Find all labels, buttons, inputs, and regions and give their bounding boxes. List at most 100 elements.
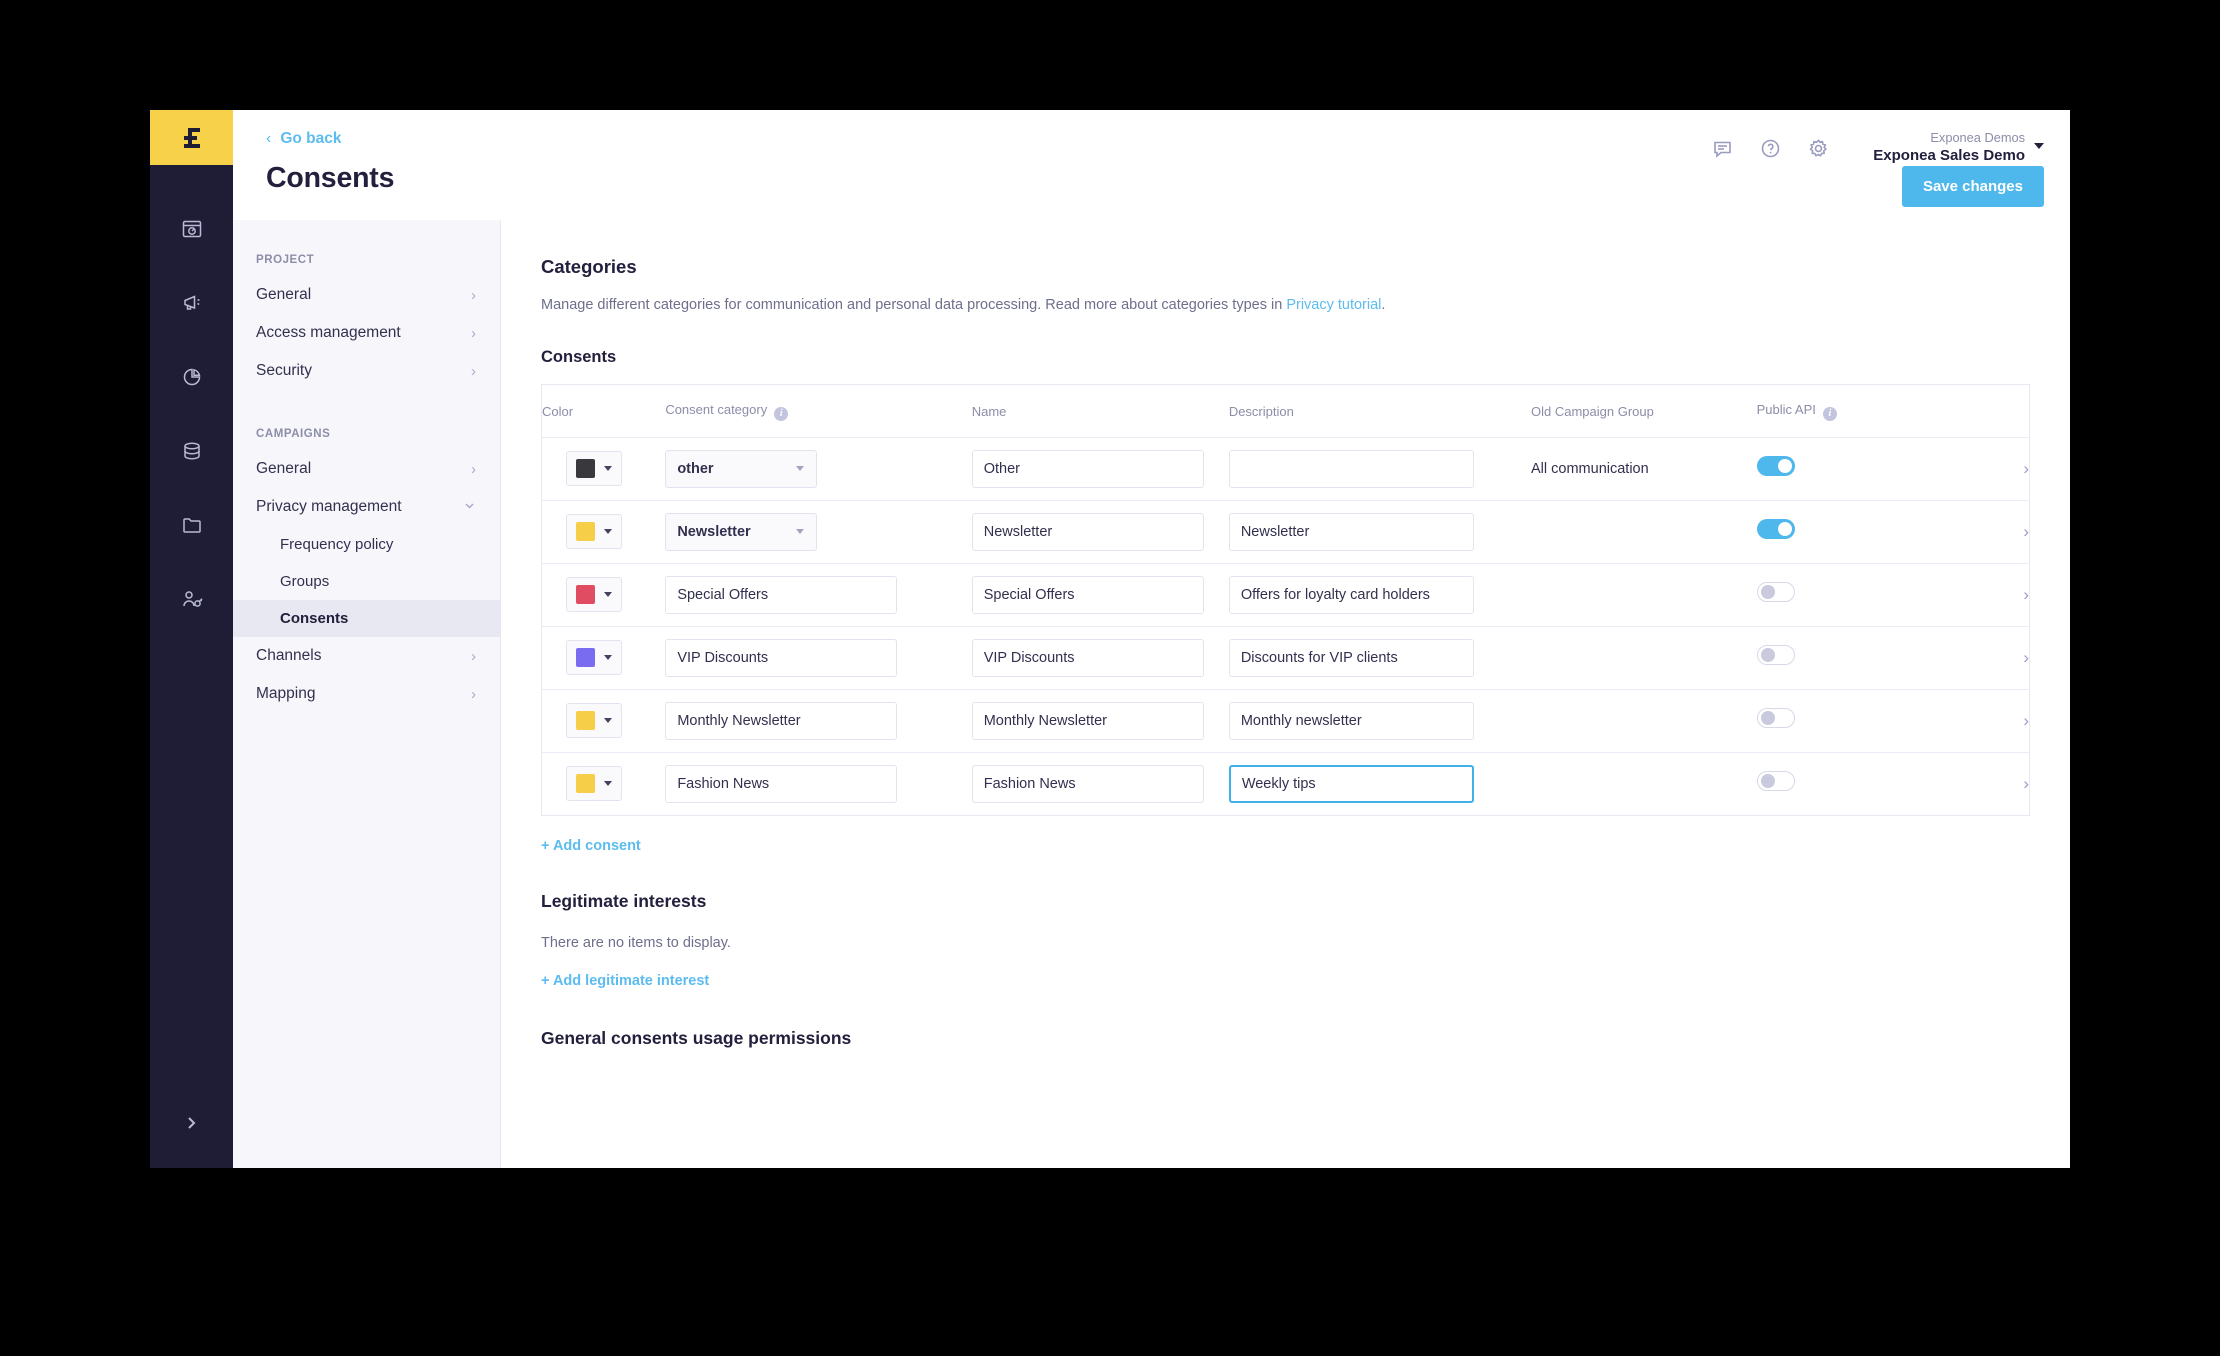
cell-old-campaign-group — [1531, 563, 1757, 627]
chat-icon[interactable] — [1712, 138, 1733, 159]
sidebar-item-frequency-policy[interactable]: Frequency policy — [233, 526, 500, 563]
name-input[interactable] — [971, 575, 1204, 614]
sidebar-item-access-management[interactable]: Access management › — [233, 314, 500, 352]
public-api-toggle[interactable] — [1756, 582, 1795, 602]
cell-consent-category: other — [665, 437, 972, 501]
sidebar-item-groups[interactable]: Groups — [233, 563, 500, 600]
cell-consent-category — [665, 689, 972, 753]
save-changes-button[interactable]: Save changes — [1901, 166, 2044, 207]
body-row: PROJECT General › Access management › Se… — [233, 220, 2070, 1168]
description-input[interactable] — [1228, 449, 1474, 488]
description-input[interactable] — [1228, 764, 1474, 803]
add-consent-link[interactable]: + Add consent — [541, 838, 641, 854]
privacy-tutorial-link[interactable]: Privacy tutorial — [1286, 297, 1381, 313]
cell-old-campaign-group — [1531, 689, 1757, 753]
help-icon[interactable] — [1760, 138, 1781, 159]
add-legitimate-interest-link[interactable]: + Add legitimate interest — [541, 973, 709, 989]
description-input[interactable] — [1228, 575, 1474, 614]
exponea-logo[interactable] — [150, 110, 233, 165]
sidebar-item-mapping[interactable]: Mapping › — [233, 675, 500, 713]
name-input[interactable] — [971, 701, 1204, 740]
description-input[interactable] — [1228, 638, 1474, 677]
sidebar-item-consents[interactable]: Consents — [233, 600, 500, 637]
sidebar-item-label: Security — [256, 362, 312, 379]
campaigns-megaphone-icon[interactable] — [172, 283, 212, 323]
color-picker[interactable] — [566, 703, 622, 738]
public-api-toggle[interactable] — [1756, 456, 1795, 476]
sidebar-item-project-general[interactable]: General › — [233, 276, 500, 314]
row-detail-chevron-right-icon[interactable]: › — [1966, 437, 2030, 501]
cell-public-api — [1756, 437, 1967, 501]
color-picker[interactable] — [566, 766, 622, 801]
assets-folder-icon[interactable] — [172, 505, 212, 545]
toggle-knob — [1777, 459, 1792, 473]
sidebar-section-campaigns: CAMPAIGNS — [256, 428, 331, 440]
row-detail-chevron-right-icon[interactable]: › — [1966, 689, 2030, 753]
name-input[interactable] — [971, 449, 1204, 488]
sidebar-item-label: Consents — [280, 610, 349, 627]
go-back-link[interactable]: ‹ Go back — [266, 130, 342, 148]
color-picker[interactable] — [566, 577, 622, 612]
legitimate-interests-empty-message: There are no items to display. — [541, 934, 731, 951]
row-detail-chevron-right-icon[interactable]: › — [1966, 563, 2030, 627]
sidebar-item-privacy-management[interactable]: Privacy management — [233, 488, 500, 526]
cell-description — [1228, 563, 1532, 627]
consent-category-input[interactable] — [665, 701, 898, 740]
column-header-public-api: Public API i — [1756, 384, 1967, 438]
consent-category-input[interactable] — [665, 764, 898, 803]
row-detail-chevron-right-icon[interactable]: › — [1966, 626, 2030, 690]
toggle-knob — [1760, 648, 1775, 662]
sidebar-item-channels[interactable]: Channels › — [233, 637, 500, 675]
name-input[interactable] — [971, 764, 1204, 803]
consent-category-select[interactable]: Newsletter — [665, 512, 818, 551]
primary-icon-rail — [150, 110, 233, 1168]
cell-old-campaign-group — [1531, 500, 1757, 564]
chevron-down-icon — [796, 466, 805, 471]
description-input[interactable] — [1228, 512, 1474, 551]
analytics-pie-icon[interactable] — [172, 357, 212, 397]
account-switcher[interactable]: Exponea Demos Exponea Sales Demo — [1873, 126, 2025, 166]
cell-description — [1228, 437, 1532, 501]
go-back-label: Go back — [280, 130, 342, 147]
color-swatch — [576, 648, 595, 667]
consent-category-input[interactable] — [665, 575, 898, 614]
cell-public-api — [1756, 563, 1967, 627]
user-access-icon[interactable] — [172, 579, 212, 619]
cell-name — [971, 689, 1229, 753]
cell-consent-category — [665, 626, 972, 690]
settings-gear-icon[interactable] — [1808, 138, 1829, 159]
color-picker[interactable] — [566, 451, 622, 486]
cell-public-api — [1756, 689, 1967, 753]
color-picker[interactable] — [566, 640, 622, 675]
public-api-toggle[interactable] — [1756, 519, 1795, 539]
account-chevron-down-icon[interactable] — [2034, 143, 2044, 149]
consent-category-input[interactable] — [665, 638, 898, 677]
sidebar-item-campaigns-general[interactable]: General › — [233, 450, 500, 488]
top-bar-icon-group — [1712, 138, 1829, 159]
consents-heading: Consents — [541, 348, 617, 366]
table-header-row: Color Consent category i Name Description… — [541, 384, 2030, 438]
name-input[interactable] — [971, 638, 1204, 677]
chevron-down-icon — [604, 529, 612, 534]
name-input[interactable] — [971, 512, 1204, 551]
top-bar-right: Exponea Demos Exponea Sales Demo — [1712, 126, 2044, 166]
consents-table-head: Color Consent category i Name Description… — [541, 384, 2030, 438]
info-icon[interactable]: i — [1822, 406, 1837, 421]
info-icon[interactable]: i — [774, 406, 789, 421]
public-api-toggle[interactable] — [1756, 645, 1795, 665]
consent-category-select[interactable]: other — [665, 449, 818, 488]
toggle-knob — [1760, 585, 1775, 599]
color-picker[interactable] — [566, 514, 622, 549]
row-detail-chevron-right-icon[interactable]: › — [1966, 752, 2029, 815]
chevron-down-icon — [604, 592, 612, 597]
data-database-icon[interactable] — [172, 431, 212, 471]
description-input[interactable] — [1228, 701, 1474, 740]
cell-old-campaign-group — [1531, 752, 1757, 815]
expand-rail-button[interactable] — [150, 1114, 233, 1132]
public-api-toggle[interactable] — [1756, 771, 1795, 791]
public-api-toggle[interactable] — [1756, 708, 1795, 728]
column-header-name: Name — [971, 384, 1229, 438]
dashboard-icon[interactable] — [172, 209, 212, 249]
sidebar-item-security[interactable]: Security › — [233, 352, 500, 390]
row-detail-chevron-right-icon[interactable]: › — [1966, 500, 2030, 564]
